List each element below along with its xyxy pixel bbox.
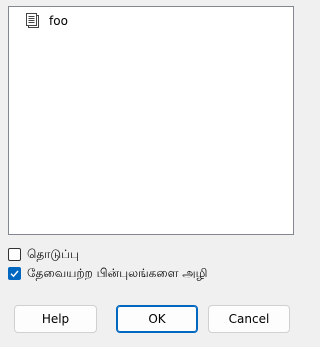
- option2-label: தேவையற்ற பின்புலங்களை அழி: [27, 266, 208, 280]
- option1-checkbox[interactable]: [8, 247, 21, 261]
- option1-label: தொடுப்பு: [27, 247, 79, 261]
- cancel-button[interactable]: Cancel: [208, 305, 290, 333]
- option1-row[interactable]: தொடுப்பு: [8, 245, 79, 263]
- help-button[interactable]: Help: [14, 305, 97, 333]
- ok-button[interactable]: OK: [116, 305, 198, 333]
- option2-row[interactable]: தேவையற்ற பின்புலங்களை அழி: [8, 264, 207, 282]
- checkmark-icon: [10, 270, 19, 277]
- option2-checkbox[interactable]: [8, 266, 21, 280]
- list-item-label: foo: [49, 14, 68, 28]
- file-listbox[interactable]: foo: [8, 6, 294, 235]
- list-item[interactable]: foo: [25, 11, 68, 31]
- document-icon: [25, 13, 41, 29]
- dialog: foo தொடுப்பு தேவையற்ற பின்புலங்களை அழி H…: [0, 0, 304, 347]
